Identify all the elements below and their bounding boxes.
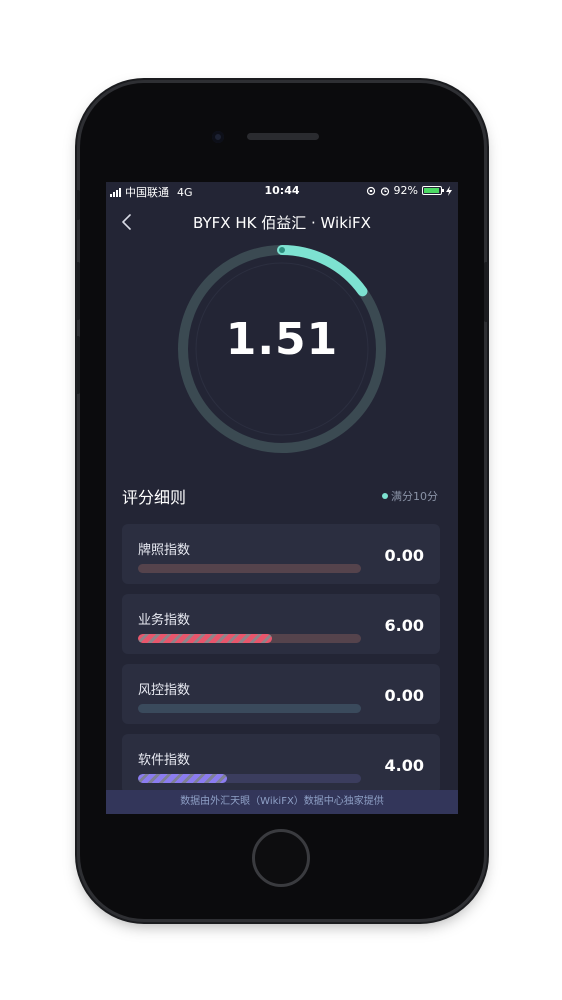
index-progress-track: [138, 774, 361, 783]
power-button: [484, 262, 488, 322]
index-label: 牌照指数: [138, 543, 191, 558]
front-camera: [212, 131, 224, 143]
battery-percent: 92%: [393, 184, 418, 197]
index-value: 0.00: [384, 686, 424, 705]
index-value: 0.00: [384, 546, 424, 565]
index-card-license[interactable]: 牌照指数 0.00: [122, 524, 440, 584]
data-source-footer: 数据由外汇天眼（WikiFX）数据中心独家提供: [106, 790, 458, 814]
index-card-risk-control[interactable]: 风控指数 0.00: [122, 664, 440, 724]
index-label: 业务指数: [138, 613, 191, 628]
index-progress-bar: [138, 774, 228, 783]
index-progress-track: [138, 634, 361, 643]
silent-switch: [76, 190, 80, 220]
status-bar: 中国联通 4G 10:44 92%: [106, 182, 458, 200]
charging-bolt-icon: [446, 185, 452, 196]
page-title: BYFX HK 佰益汇 · WikiFX: [193, 214, 371, 232]
index-label: 软件指数: [138, 753, 191, 768]
index-card-business[interactable]: 业务指数 6.00: [122, 594, 440, 654]
app-screen: 中国联通 4G 10:44 92% BYFX HK 佰益汇 · WikiFX 1…: [106, 182, 458, 814]
nav-bar: BYFX HK 佰益汇 · WikiFX: [106, 204, 458, 240]
legend: 满分10分: [382, 488, 438, 504]
index-label: 风控指数: [138, 683, 191, 698]
orientation-lock-icon: [366, 186, 375, 195]
breakdown-title: 评分细则: [122, 488, 187, 507]
index-progress-bar: [138, 634, 272, 643]
index-progress-track: [138, 564, 361, 573]
battery-icon: [422, 186, 444, 195]
home-button[interactable]: [252, 829, 310, 887]
status-right: 92%: [366, 184, 452, 197]
legend-label: 满分10分: [391, 490, 438, 503]
index-value: 6.00: [384, 616, 424, 635]
legend-dot: [382, 493, 388, 499]
index-value: 4.00: [384, 756, 424, 775]
earpiece-speaker: [247, 133, 319, 140]
volume-down-button: [76, 336, 80, 394]
volume-up-button: [76, 262, 80, 320]
alarm-icon: [380, 186, 389, 196]
index-progress-track: [138, 704, 361, 713]
index-card-software[interactable]: 软件指数 4.00: [122, 734, 440, 794]
gauge-start-dot: [279, 247, 285, 253]
score-value: 1.51: [225, 314, 339, 365]
